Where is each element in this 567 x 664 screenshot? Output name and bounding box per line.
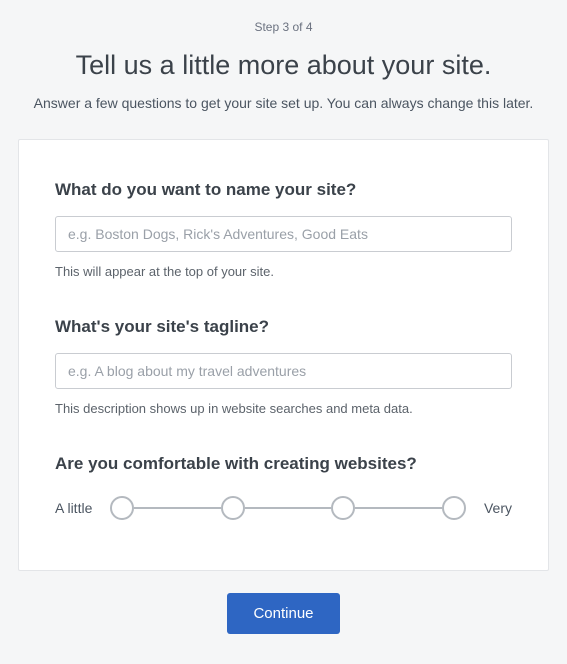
tagline-question: What's your site's tagline? <box>55 317 512 337</box>
site-name-group: What do you want to name your site? This… <box>55 180 512 279</box>
form-card: What do you want to name your site? This… <box>18 139 549 571</box>
page-subtitle: Answer a few questions to get your site … <box>18 95 549 111</box>
site-name-question: What do you want to name your site? <box>55 180 512 200</box>
comfort-question: Are you comfortable with creating websit… <box>55 454 512 474</box>
continue-button[interactable]: Continue <box>227 593 339 634</box>
page-title: Tell us a little more about your site. <box>18 50 549 81</box>
tagline-group: What's your site's tagline? This descrip… <box>55 317 512 416</box>
comfort-step-4[interactable] <box>442 496 466 520</box>
slider-track <box>355 507 442 509</box>
slider-track <box>245 507 332 509</box>
tagline-input[interactable] <box>55 353 512 389</box>
site-name-hint: This will appear at the top of your site… <box>55 264 512 279</box>
comfort-max-label: Very <box>484 500 512 516</box>
slider-track <box>134 507 221 509</box>
comfort-group: Are you comfortable with creating websit… <box>55 454 512 520</box>
comfort-min-label: A little <box>55 500 92 516</box>
comfort-step-2[interactable] <box>221 496 245 520</box>
step-indicator: Step 3 of 4 <box>18 20 549 34</box>
comfort-step-3[interactable] <box>331 496 355 520</box>
site-name-input[interactable] <box>55 216 512 252</box>
tagline-hint: This description shows up in website sea… <box>55 401 512 416</box>
comfort-step-1[interactable] <box>110 496 134 520</box>
comfort-slider[interactable] <box>110 496 466 520</box>
